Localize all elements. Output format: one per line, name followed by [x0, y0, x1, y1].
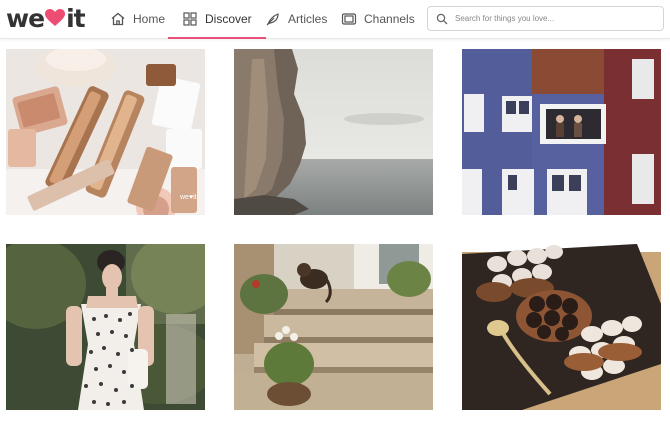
nav-channels[interactable]: Channels [341, 0, 415, 38]
home-icon [110, 11, 126, 27]
nav-discover[interactable]: Discover [168, 0, 266, 39]
logo-text-left: we [6, 3, 45, 33]
nav-articles-label: Articles [288, 12, 328, 26]
search-input[interactable] [455, 14, 655, 23]
nav-channels-label: Channels [364, 12, 415, 26]
feather-icon [265, 11, 281, 27]
image-tile-chocolates[interactable] [462, 244, 661, 410]
nav-discover-label: Discover [205, 12, 252, 26]
cat-steps-photo [234, 244, 433, 410]
image-tile-woman-dress[interactable] [6, 244, 205, 410]
grid-icon [182, 11, 198, 27]
nav-articles[interactable]: Articles [265, 0, 327, 38]
makeup-photo: we♥it [6, 49, 205, 215]
logo-text-right: it [66, 3, 86, 33]
tv-icon [341, 11, 357, 27]
nav-home[interactable]: Home [110, 0, 165, 38]
image-tile-cat-steps[interactable] [234, 244, 433, 410]
image-tile-blue-building[interactable] [462, 49, 661, 215]
blue-building-photo [462, 49, 661, 215]
image-tile-seaside-cliff[interactable] [234, 49, 433, 215]
search-icon [436, 13, 448, 25]
weheartit-logo[interactable]: we it [6, 3, 86, 33]
top-navigation-bar: we it Home Discover Articles Channels [0, 0, 670, 39]
heart-icon [45, 9, 66, 27]
image-tile-makeup[interactable]: we♥it [6, 49, 205, 215]
woman-dress-photo [6, 244, 205, 410]
chocolates-photo [462, 244, 661, 410]
watermark-text: we♥it [179, 194, 197, 201]
seaside-cliff-photo [234, 49, 433, 215]
nav-home-label: Home [133, 12, 166, 26]
search-bar[interactable] [427, 6, 664, 31]
